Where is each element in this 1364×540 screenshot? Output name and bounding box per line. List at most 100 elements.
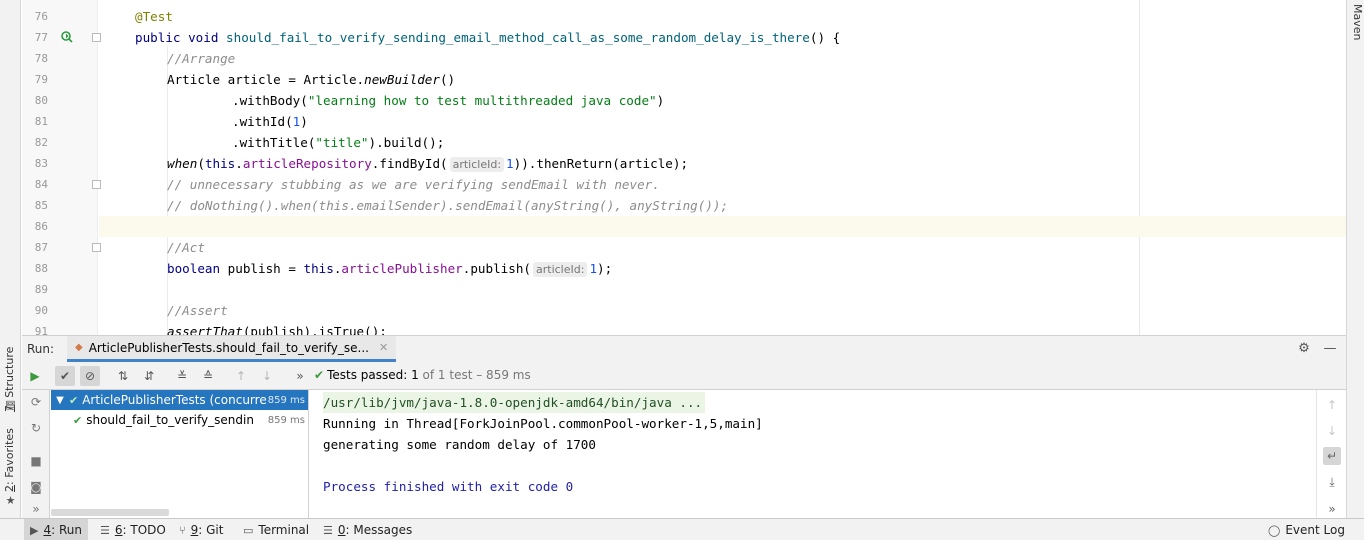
run-config-tab[interactable]: ◆ ArticlePublisherTests.should_fail_to_v… (67, 336, 397, 362)
line-number: 80 (34, 94, 48, 107)
code-line: //Act (167, 240, 205, 255)
rerun-failed-icon[interactable]: ⟳ (27, 393, 45, 411)
expand-arrow-icon[interactable]: ▼ (51, 395, 69, 406)
minimize-icon[interactable]: — (1322, 341, 1338, 357)
tree-horizontal-scrollbar[interactable] (51, 509, 169, 516)
code-line: assertThat(publish).isTrue(); (167, 324, 387, 335)
ide-window: 7: Structure ▤ 2: Favorites ★ Maven 76 7… (0, 0, 1364, 540)
scroll-down-icon[interactable]: ↓ (1323, 422, 1341, 440)
editor-gutter: 76 77 78 79 80 81 82 83 84 85 86 87 88 8… (22, 0, 101, 335)
parameter-hint: articleId: (533, 262, 588, 277)
tests-status: ✔ Tests passed: 1 of 1 test – 859 ms (314, 368, 531, 382)
line-number: 84 (34, 178, 48, 191)
sort-alphabetically-icon[interactable]: ⇅ (113, 366, 133, 386)
parameter-hint: articleId: (449, 157, 505, 172)
right-tool-strip: Maven (1346, 0, 1364, 518)
maven-tool-button[interactable]: Maven (1351, 4, 1364, 40)
code-line: // unnecessary stubbing as we are verify… (167, 177, 660, 192)
run-tool-button[interactable]: ▶ 4: Run (24, 519, 88, 540)
run-tool-window-header: Run: ◆ ArticlePublisherTests.should_fail… (22, 335, 1346, 362)
terminal-icon: ▭ (243, 523, 254, 537)
code-line: Article article = Article.newBuilder() (167, 72, 456, 87)
code-line: .withTitle("title").build(); (232, 135, 445, 150)
list-icon: ☰ (100, 523, 110, 537)
line-number: 76 (34, 10, 48, 23)
close-icon[interactable]: ✕ (379, 341, 388, 354)
todo-tool-button[interactable]: ☰ 6: TODO (94, 519, 172, 540)
show-passed-icon[interactable]: ✔ (55, 366, 75, 386)
line-number: 90 (34, 304, 48, 317)
previous-failed-icon[interactable]: ↑ (231, 366, 251, 386)
structure-icon: ▤ (5, 398, 16, 411)
line-number: 83 (34, 157, 48, 170)
code-line: boolean publish = this.articlePublisher.… (167, 261, 613, 277)
code-line: @Test (135, 9, 173, 24)
scroll-to-end-icon[interactable]: ⤓ (1323, 473, 1341, 491)
terminal-tool-button[interactable]: ▭ Terminal (237, 519, 315, 540)
code-line: .withId(1) (232, 114, 308, 129)
code-line: //Arrange (167, 51, 236, 66)
git-branch-icon: ⑂ (179, 523, 186, 537)
line-number: 86 (34, 220, 48, 233)
line-number: 87 (34, 241, 48, 254)
left-tool-strip: 7: Structure ▤ 2: Favorites ★ (0, 0, 21, 518)
line-number: 88 (34, 262, 48, 275)
code-area[interactable]: @Test public void should_fail_to_verify_… (99, 0, 1346, 335)
git-tool-button[interactable]: ⑂ 9: Git (173, 519, 229, 540)
favorites-tool-button[interactable]: 2: Favorites (3, 428, 16, 492)
collapse-all-icon[interactable]: ≙ (198, 366, 218, 386)
rerun-icon[interactable]: ▶ (25, 366, 45, 386)
console-side-toolbar: ↑ ↓ ↵ ⤓ » (1316, 390, 1346, 518)
line-number: 79 (34, 73, 48, 86)
check-icon: ✔ (73, 413, 83, 427)
code-line: when(this.articleRepository.findById(art… (167, 156, 689, 172)
tree-row-test-method[interactable]: ✔ should_fail_to_verify_sendin 859 ms (51, 410, 308, 430)
test-results-tree[interactable]: ▼ ✔ ArticlePublisherTests (concurre 859 … (51, 390, 309, 518)
current-code-line (99, 216, 1346, 237)
line-number: 91 (34, 325, 48, 335)
more-actions-icon[interactable]: » (27, 500, 45, 518)
console-line: Running in Thread[ForkJoinPool.commonPoo… (323, 416, 763, 431)
camera-icon[interactable]: ◙ (27, 478, 45, 496)
line-number: 85 (34, 199, 48, 212)
run-test-gutter-icon[interactable] (60, 30, 74, 44)
next-failed-icon[interactable]: ↓ (257, 366, 277, 386)
show-ignored-icon[interactable]: ⊘ (80, 366, 100, 386)
run-window-title: Run: (27, 342, 55, 356)
event-log-tool-button[interactable]: ◯ Event Log (1262, 519, 1351, 540)
console-exit-line: Process finished with exit code 0 (323, 479, 574, 494)
toggle-auto-test-icon[interactable]: ↻ (27, 419, 45, 437)
gear-icon[interactable]: ⚙ (1296, 341, 1312, 357)
line-number: 81 (34, 115, 48, 128)
line-number: 89 (34, 283, 48, 296)
console-line: generating some random delay of 1700 (323, 437, 596, 452)
bottom-tool-bar: ▶ 4: Run ☰ 6: TODO ⑂ 9: Git ▭ Terminal ☰ 0: M… (0, 518, 1364, 540)
run-tab-label: ArticlePublisherTests.should_fail_to_ver… (88, 340, 369, 355)
scroll-up-icon[interactable]: ↑ (1323, 396, 1341, 414)
check-icon: ✔ (314, 368, 325, 382)
event-log-icon: ◯ (1268, 523, 1281, 537)
messages-icon: ☰ (323, 523, 333, 537)
run-toolbar: ▶ ✔ ⊘ ⇅ ⇵ ≚ ≙ ↑ ↓ » ✔ Tests passed: 1 of … (22, 362, 1346, 390)
console-output[interactable]: /usr/lib/jvm/java-1.8.0-openjdk-amd64/bi… (310, 390, 1316, 518)
stop-icon[interactable]: ■ (27, 452, 45, 470)
code-line: public void should_fail_to_verify_sendin… (135, 30, 841, 45)
code-line: .withBody("learning how to test multithr… (232, 93, 665, 108)
more-actions-icon[interactable]: » (290, 366, 310, 386)
tree-row-test-class[interactable]: ▼ ✔ ArticlePublisherTests (concurre 859 … (51, 390, 308, 410)
code-editor[interactable]: 76 77 78 79 80 81 82 83 84 85 86 87 88 8… (22, 0, 1346, 335)
console-command-line[interactable]: /usr/lib/jvm/java-1.8.0-openjdk-amd64/bi… (323, 392, 706, 413)
line-number: 82 (34, 136, 48, 149)
code-line: // doNothing().when(this.emailSender).se… (167, 198, 729, 213)
expand-all-icon[interactable]: ≚ (172, 366, 192, 386)
soft-wrap-icon[interactable]: ↵ (1323, 447, 1341, 465)
sort-by-duration-icon[interactable]: ⇵ (139, 366, 159, 386)
play-icon: ▶ (30, 523, 39, 537)
star-icon: ★ (5, 494, 16, 507)
more-actions-icon[interactable]: » (1323, 500, 1341, 518)
line-number: 77 (34, 31, 48, 44)
run-side-toolbar: ⟳ ↻ ■ ◙ » (22, 390, 50, 518)
check-icon: ✔ (69, 393, 79, 407)
messages-tool-button[interactable]: ☰ 0: Messages (317, 519, 418, 540)
test-config-icon: ◆ (75, 342, 83, 353)
